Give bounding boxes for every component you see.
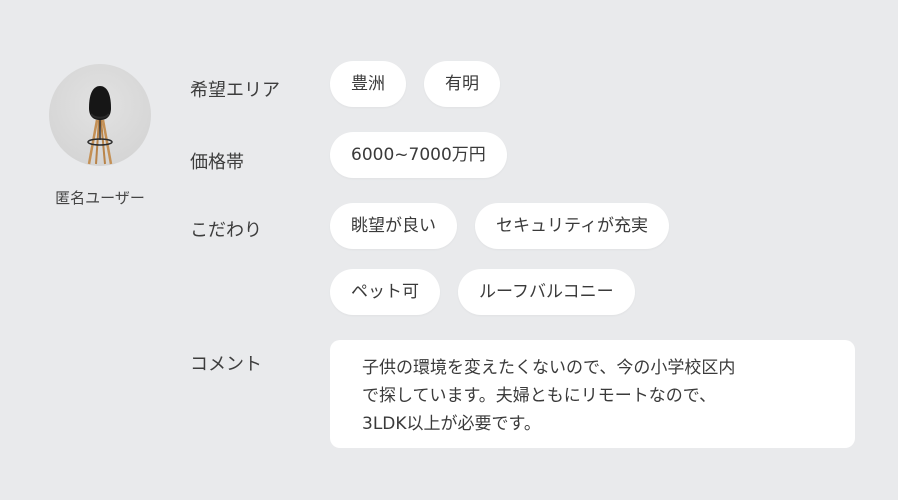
area-chip: 豊洲 [330, 61, 406, 107]
username: 匿名ユーザー [55, 189, 145, 207]
price-chips: 6000~7000万円 [330, 132, 507, 178]
comment-box: 子供の環境を変えたくないので、今の小学校区内 で探しています。夫婦ともにリモート… [330, 340, 855, 448]
label-comment: コメント [190, 354, 262, 375]
label-priorities: こだわり [190, 220, 262, 241]
comment-line: 子供の環境を変えたくないので、今の小学校区内 [362, 358, 736, 378]
label-price: 価格帯 [190, 152, 244, 173]
avatar [49, 64, 151, 166]
priority-chip: ペット可 [330, 269, 440, 315]
chair-icon [87, 86, 113, 165]
price-chip: 6000~7000万円 [330, 132, 507, 178]
area-chips: 豊洲 有明 [330, 61, 500, 107]
label-area: 希望エリア [190, 80, 280, 101]
priority-chips-row2: ペット可 ルーフバルコニー [330, 269, 635, 315]
area-chip: 有明 [424, 61, 500, 107]
priority-chip: ルーフバルコニー [458, 269, 635, 315]
priority-chip: セキュリティが充実 [475, 203, 669, 249]
comment-line: 3LDK以上が必要です。 [362, 414, 541, 434]
priority-chips-row1: 眺望が良い セキュリティが充実 [330, 203, 669, 249]
comment-line: で探しています。夫婦ともにリモートなので、 [362, 386, 717, 406]
priority-chip: 眺望が良い [330, 203, 457, 249]
